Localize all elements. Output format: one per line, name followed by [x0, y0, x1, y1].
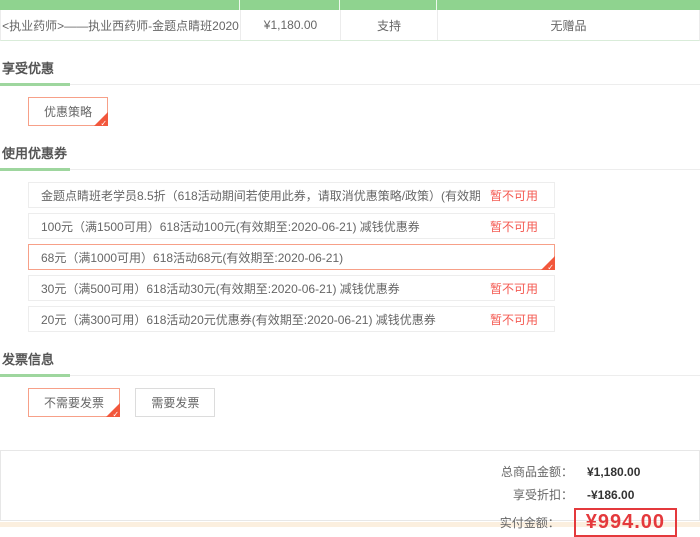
coupon-item-selected[interactable]: 68元（满1000可用）618活动68元(有效期至:2020-06-21) — [28, 244, 555, 270]
section-discount: 享受优惠 优惠策略 — [0, 58, 700, 126]
summary-discount-row: 享受折扣： -¥186.00 — [1, 485, 677, 504]
summary-total-row: 总商品金额： ¥1,180.00 — [1, 462, 677, 481]
section-coupons-title: 使用优惠券 — [2, 146, 67, 161]
total-amount-value: ¥1,180.00 — [587, 465, 677, 479]
total-amount-label: 总商品金额： — [501, 463, 573, 480]
coupon-label: 100元（满1500可用）618活动100元(有效期至:2020-06-21) … — [41, 218, 420, 235]
discount-amount-label: 享受折扣： — [513, 486, 573, 503]
product-table-header — [0, 0, 700, 10]
product-gift: 无赠品 — [438, 10, 699, 40]
product-name: <执业药师>——执业西药师-金题点睛班2020 — [1, 10, 241, 40]
product-price: ¥1,180.00 — [241, 10, 341, 40]
section-coupons: 使用优惠券 金题点睛班老学员8.5折（618活动期间若使用此券，请取消优惠策略/… — [0, 143, 700, 332]
discount-amount-value: -¥186.00 — [587, 488, 677, 502]
coupon-status: 暂不可用 — [490, 218, 538, 235]
coupon-status: 暂不可用 — [490, 311, 538, 328]
coupon-label: 20元（满300可用）618活动20元优惠券(有效期至:2020-06-21) … — [41, 311, 436, 328]
section-invoice-header: 发票信息 — [0, 349, 700, 376]
section-discount-header: 享受优惠 — [0, 58, 700, 85]
discount-strategy-button[interactable]: 优惠策略 — [28, 97, 108, 126]
table-row: <执业药师>——执业西药师-金题点睛班2020 ¥1,180.00 支持 无赠品 — [0, 10, 700, 41]
header-cell-gift — [437, 0, 700, 10]
coupon-label: 68元（满1000可用）618活动68元(有效期至:2020-06-21) — [41, 249, 343, 266]
need-invoice-label: 需要发票 — [151, 396, 199, 410]
coupon-item[interactable]: 20元（满300可用）618活动20元优惠券(有效期至:2020-06-21) … — [28, 306, 555, 332]
coupon-status: 暂不可用 — [490, 187, 538, 204]
coupon-status: 暂不可用 — [490, 280, 538, 297]
selected-check-icon — [541, 256, 555, 270]
header-cell-price — [240, 0, 340, 10]
payable-amount-label: 实付金额： — [500, 514, 560, 531]
section-invoice: 发票信息 不需要发票 需要发票 — [0, 349, 700, 417]
coupon-item[interactable]: 30元（满500可用）618活动30元(有效期至:2020-06-21) 减钱优… — [28, 275, 555, 301]
order-summary: 总商品金额： ¥1,180.00 享受折扣： -¥186.00 实付金额： ¥9… — [0, 450, 700, 521]
discount-strategy-label: 优惠策略 — [44, 105, 92, 119]
header-cell-name — [0, 0, 240, 10]
section-discount-title: 享受优惠 — [2, 61, 54, 76]
header-cell-support — [340, 0, 437, 10]
coupon-label: 金题点睛班老学员8.5折（618活动期间若使用此券，请取消优惠策略/政策）(有效… — [41, 187, 480, 204]
need-invoice-button[interactable]: 需要发票 — [135, 388, 215, 417]
selected-check-icon — [106, 403, 120, 417]
selected-check-icon — [94, 112, 108, 126]
payable-amount-value: ¥994.00 — [574, 508, 677, 537]
coupon-item[interactable]: 金题点睛班老学员8.5折（618活动期间若使用此券，请取消优惠策略/政策）(有效… — [28, 182, 555, 208]
coupon-label: 30元（满500可用）618活动30元(有效期至:2020-06-21) 减钱优… — [41, 280, 400, 297]
product-support: 支持 — [341, 10, 438, 40]
section-coupons-header: 使用优惠券 — [0, 143, 700, 170]
no-invoice-label: 不需要发票 — [44, 396, 104, 410]
coupon-list: 金题点睛班老学员8.5折（618活动期间若使用此券，请取消优惠策略/政策）(有效… — [28, 182, 700, 332]
section-invoice-title: 发票信息 — [2, 352, 54, 367]
no-invoice-button[interactable]: 不需要发票 — [28, 388, 120, 417]
coupon-item[interactable]: 100元（满1500可用）618活动100元(有效期至:2020-06-21) … — [28, 213, 555, 239]
product-table: <执业药师>——执业西药师-金题点睛班2020 ¥1,180.00 支持 无赠品 — [0, 0, 700, 41]
